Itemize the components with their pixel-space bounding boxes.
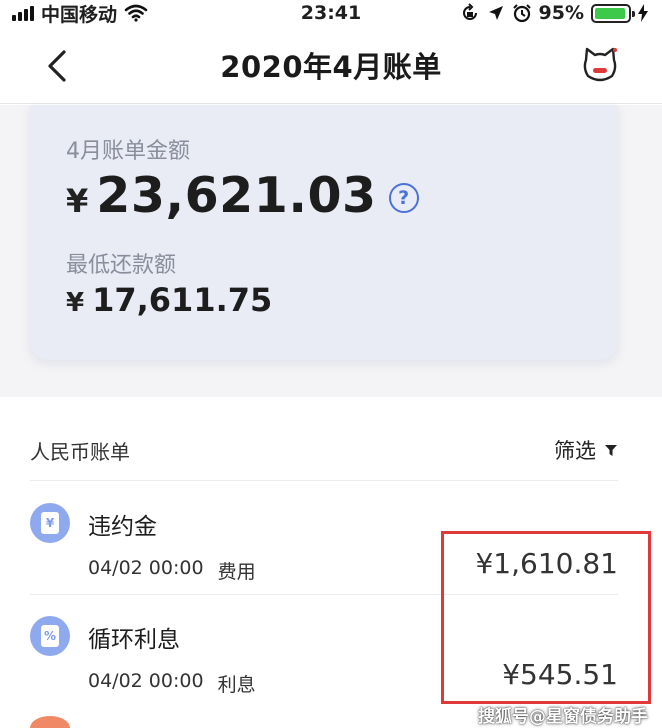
alarm-icon: [512, 4, 531, 23]
transaction-meta: 04/02 00:00 费用: [88, 557, 256, 584]
min-payment-row: ¥ 17,611.75: [66, 281, 272, 319]
min-currency-symbol: ¥: [66, 288, 85, 318]
charging-icon: [638, 4, 648, 22]
filter-label: 筛选: [554, 439, 596, 463]
percent-document-icon: %: [30, 616, 70, 656]
carrier-name: 中国移动: [41, 3, 118, 26]
wifi-icon: [124, 4, 148, 22]
watermark: 搜狐号@星窗债务助手: [478, 707, 648, 727]
list-divider: [30, 480, 618, 481]
bill-currency-symbol: ¥: [66, 182, 89, 220]
cat-mascot-icon[interactable]: [582, 46, 618, 84]
filter-button[interactable]: 筛选: [554, 435, 618, 465]
transaction-category: 费用: [217, 561, 256, 583]
battery-level-fill: [595, 7, 626, 19]
transaction-name: 循环利息: [88, 627, 180, 653]
next-row-icon-partial: [30, 716, 70, 728]
battery-icon: [591, 3, 635, 23]
page-title: 2020年4月账单: [220, 49, 442, 84]
transaction-datetime: 04/02 00:00: [88, 557, 204, 579]
transaction-datetime: 04/02 00:00: [88, 670, 204, 692]
signal-icon: [12, 5, 34, 21]
yen-document-icon: ¥: [30, 503, 70, 543]
location-icon: [488, 6, 503, 20]
section-title: 人民币账单: [30, 439, 130, 464]
rotation-lock-icon: [462, 3, 477, 20]
nav-bar: 2020年4月账单: [0, 26, 662, 104]
transaction-category: 利息: [217, 674, 256, 696]
list-header: 人民币账单 筛选: [30, 430, 618, 470]
battery-percent: 95%: [538, 2, 584, 24]
bill-summary-area: 4月账单金额 ¥ 23,621.03 ? 最低还款额 ¥ 17,611.75: [0, 105, 662, 397]
bill-amount-row: ¥ 23,621.03 ?: [66, 167, 419, 224]
bill-summary-card: 4月账单金额 ¥ 23,621.03 ? 最低还款额 ¥ 17,611.75: [30, 105, 618, 360]
help-icon[interactable]: ?: [388, 183, 419, 213]
chevron-left-icon[interactable]: [44, 48, 72, 84]
min-payment-label: 最低还款额: [66, 253, 177, 278]
transaction-meta: 04/02 00:00 利息: [88, 670, 256, 697]
min-payment-value: 17,611.75: [92, 281, 273, 319]
bill-amount-value: 23,621.03: [96, 167, 377, 224]
transaction-name: 违约金: [88, 514, 157, 540]
bill-amount-label: 4月账单金额: [66, 139, 190, 164]
status-right: 95%: [460, 2, 648, 24]
highlight-annotation-box: [441, 531, 651, 704]
filter-funnel-icon: [605, 445, 617, 456]
status-left: 中国移动: [12, 0, 148, 27]
status-bar: 中国移动 23:41 95%: [0, 0, 662, 26]
